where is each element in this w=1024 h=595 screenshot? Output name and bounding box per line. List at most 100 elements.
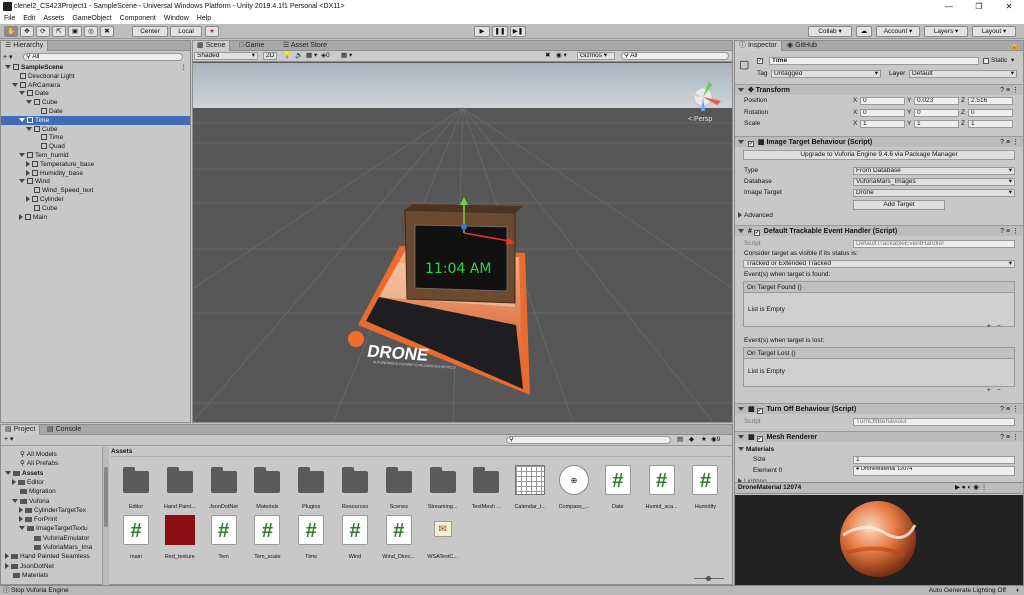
close-icon[interactable]: ✕ <box>994 0 1024 13</box>
hierarchy-item[interactable]: Cylinder <box>1 195 190 204</box>
project-tree-item[interactable]: ForPrint <box>1 515 101 524</box>
create-plus-icon[interactable]: + ▾ <box>4 436 14 444</box>
upgrade-vuforia-button[interactable]: Upgrade to Vuforia Engine 9.4.6 via Pack… <box>743 150 1015 160</box>
asset-item[interactable]: # Wind_Direc... <box>382 515 416 561</box>
asset-item[interactable]: Plugins <box>294 465 328 511</box>
status-message[interactable]: Stop Vuforia Engine <box>11 587 69 595</box>
perspective-label[interactable]: < Persp <box>688 116 712 123</box>
preview-controls[interactable]: ▶ ● ◐ ◉ ⋮ <box>955 484 987 492</box>
transform-tool-icon[interactable]: ◎ <box>84 26 98 37</box>
asset-item[interactable]: # Tem <box>207 515 241 561</box>
tree-scrollbar[interactable] <box>103 447 109 585</box>
asset-item[interactable]: # Humidity <box>688 465 722 511</box>
transform-header[interactable]: ✥ Transform ? ≡ ⋮ <box>735 84 1023 95</box>
collapsed-icon[interactable] <box>12 478 16 485</box>
component-enabled-checkbox[interactable]: ✓ <box>756 408 763 414</box>
hidden-packages-icon[interactable]: ◉9 <box>711 436 720 444</box>
component-menu-icon[interactable]: ? ≡ ⋮ <box>1000 404 1019 415</box>
lighting-toggle-icon[interactable]: 💡 <box>283 52 291 60</box>
layers-button[interactable]: Layers ▾ <box>924 26 968 37</box>
image-target-dropdown[interactable]: Drone ▾ <box>853 189 1015 197</box>
tag-dropdown[interactable]: Untagged ▾ <box>771 70 881 78</box>
component-enabled-checkbox[interactable]: ✓ <box>753 230 760 236</box>
asset-item[interactable]: Editor <box>119 465 153 511</box>
menu-window[interactable]: Window <box>160 15 193 22</box>
expand-icon[interactable] <box>12 82 18 87</box>
menu-edit[interactable]: Edit <box>19 15 39 22</box>
tab-hierarchy[interactable]: ☰ Hierarchy <box>1 41 49 51</box>
project-tree-item[interactable]: CylinderTargetTex <box>1 506 101 515</box>
pivot-local-button[interactable]: Local <box>170 26 202 37</box>
rect-tool-icon[interactable]: ▣ <box>68 26 82 37</box>
component-menu-icon[interactable]: ? ≡ ⋮ <box>1000 137 1019 148</box>
image-target-behaviour-header[interactable]: ✓ ▦ Image Target Behaviour (Script) ? ≡ … <box>735 136 1023 147</box>
hierarchy-item[interactable]: Wind <box>1 177 190 186</box>
axis-x-label[interactable]: X <box>853 97 857 105</box>
hand-tool-icon[interactable]: ✋ <box>4 26 18 37</box>
transform-y-field[interactable]: 0.023 <box>914 97 959 105</box>
move-tool-icon[interactable]: ✥ <box>20 26 34 37</box>
project-tree-item[interactable]: Migration <box>1 487 101 496</box>
asset-item[interactable]: Streaming... <box>426 465 460 511</box>
hierarchy-item[interactable]: Quad <box>1 142 190 151</box>
minimize-icon[interactable]: — <box>934 0 964 13</box>
asset-item[interactable]: Materials <box>250 465 284 511</box>
axis-x-label[interactable]: X <box>853 109 857 117</box>
transform-z-field[interactable]: 0 <box>968 108 1013 117</box>
cloud-icon[interactable]: ☁ <box>856 26 872 37</box>
effects-dropdown[interactable]: ▩ ▾ <box>306 52 317 60</box>
vuforia-icon[interactable]: ★ <box>205 26 219 37</box>
scene-search-input[interactable]: ⚲ All <box>621 52 729 60</box>
tools-icon[interactable]: ✖ <box>545 52 550 60</box>
filter-label-icon[interactable]: ◆ <box>689 436 694 444</box>
step-button[interactable]: ▶❚ <box>510 26 526 37</box>
maximize-icon[interactable]: ❐ <box>964 0 994 13</box>
asset-item[interactable]: Hand Paint... <box>163 465 197 511</box>
materials-foldout[interactable]: Materials <box>738 446 774 454</box>
turn-off-behaviour-header[interactable]: ▦ ✓ Turn Off Behaviour (Script) ? ≡ ⋮ <box>735 403 1023 414</box>
asset-item[interactable]: ✉ WSATestC... <box>426 515 460 561</box>
tab-inspector[interactable]: ⓘ Inspector <box>735 41 782 51</box>
asset-item[interactable]: Resources <box>338 465 372 511</box>
asset-item[interactable]: # Tem_scale <box>250 515 284 561</box>
hierarchy-item[interactable]: SampleScene ⋮ <box>1 63 190 72</box>
collapsed-icon[interactable] <box>19 506 23 513</box>
asset-item[interactable]: JsonDotNet <box>207 465 241 511</box>
project-tree-item[interactable]: Hand Painted Seamless <box>1 552 101 561</box>
filter-type-icon[interactable]: ▤ <box>677 436 683 444</box>
project-tree-item[interactable]: VuforiaMars_Ima <box>1 543 101 552</box>
axis-y-label[interactable]: Y <box>907 97 911 105</box>
collab-button[interactable]: Collab ▾ <box>808 26 852 37</box>
axis-y-label[interactable]: Y <box>907 120 911 128</box>
scene-viewport[interactable]: DRONE AUTONOMOUS RUNWAY EXPLORATION VEHI… <box>193 63 732 422</box>
lost-remove-icon[interactable]: − <box>997 387 1001 395</box>
asset-item[interactable]: # main <box>119 515 153 561</box>
asset-item[interactable]: ⊕ Compass_... <box>557 465 591 511</box>
status-dropdown[interactable]: Tracked or Extended Tracked ▾ <box>743 260 1015 268</box>
transform-x-field[interactable]: 1 <box>860 120 905 128</box>
menu-component[interactable]: Component <box>116 15 160 22</box>
axis-y-label[interactable]: Y <box>907 109 911 117</box>
found-remove-icon[interactable]: − <box>997 323 1001 331</box>
hierarchy-item[interactable]: ARCamera <box>1 81 190 90</box>
expand-icon[interactable] <box>19 117 25 122</box>
menu-gameobject[interactable]: GameObject <box>68 15 115 22</box>
custom-tool-icon[interactable]: ✖ <box>100 26 114 37</box>
menu-assets[interactable]: Assets <box>39 15 68 22</box>
tree-scrollbar-thumb[interactable] <box>104 467 108 527</box>
component-menu-icon[interactable]: ? ≡ ⋮ <box>1000 226 1019 237</box>
axis-z-label[interactable]: Z <box>961 97 965 105</box>
hierarchy-item[interactable]: Tem_humid <box>1 151 190 160</box>
shading-mode-dropdown[interactable]: Shaded ▾ <box>194 52 258 60</box>
layout-button[interactable]: Layout ▾ <box>972 26 1016 37</box>
hierarchy-item[interactable]: Main <box>1 213 190 222</box>
account-button[interactable]: Account ▾ <box>876 26 920 37</box>
active-checkbox[interactable]: ✓ <box>757 58 763 64</box>
expand-icon[interactable] <box>5 65 11 69</box>
hierarchy-item[interactable]: Date <box>1 89 190 98</box>
hierarchy-item[interactable]: Cube <box>1 125 190 134</box>
expand-icon[interactable] <box>12 498 18 503</box>
expand-icon[interactable] <box>26 126 32 131</box>
collapsed-icon[interactable] <box>26 160 30 167</box>
project-tree-item[interactable]: Vuforia <box>1 497 101 506</box>
